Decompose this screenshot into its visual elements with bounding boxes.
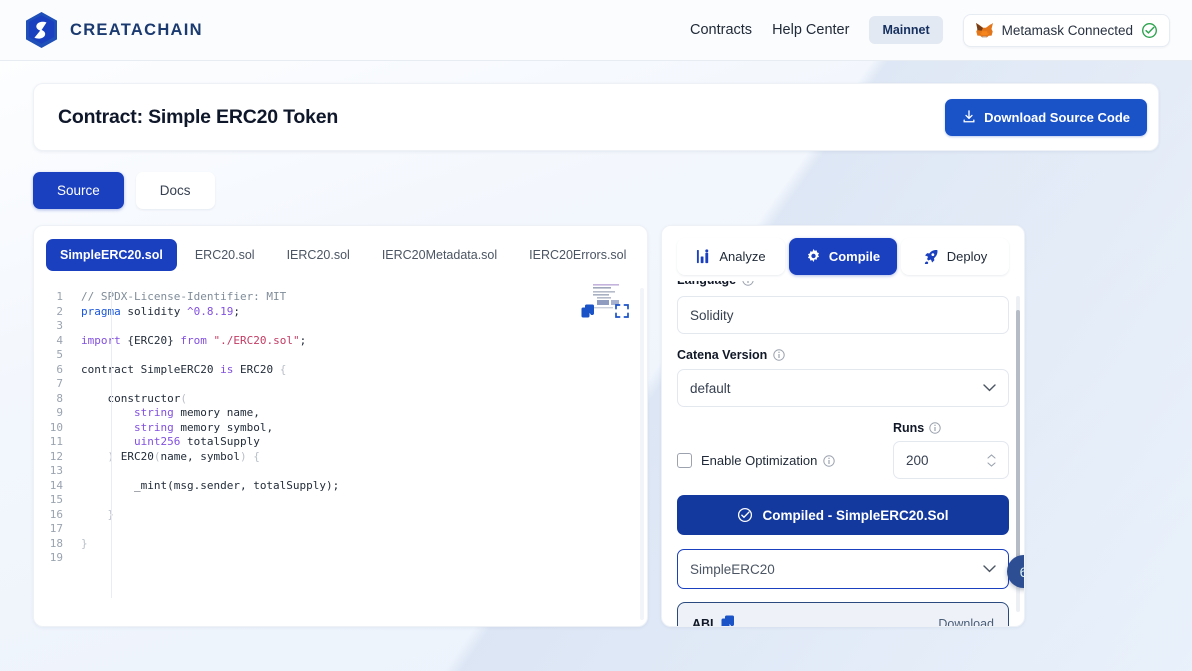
info-circle-icon[interactable]: [823, 454, 836, 467]
download-abi-button[interactable]: Download: [938, 617, 994, 626]
download-icon: [963, 110, 975, 123]
info-circle-icon[interactable]: [773, 349, 786, 361]
enable-optimization-label: Enable Optimization: [701, 453, 836, 468]
tab-compile[interactable]: Compile: [789, 238, 897, 275]
code-toolbar: [581, 304, 629, 322]
tab-deploy[interactable]: Deploy: [901, 238, 1009, 275]
language-value: Solidity: [690, 307, 734, 323]
runs-label: Runs: [893, 421, 1009, 435]
view-tab-group: Source Docs: [33, 172, 1159, 209]
check-circle-icon: [1142, 22, 1157, 38]
contract-title-card: Contract: Simple ERC20 Token Download So…: [33, 83, 1159, 151]
file-tab-ierc20[interactable]: IERC20.sol: [273, 239, 364, 271]
runs-spinner[interactable]: [987, 453, 996, 467]
compile-status-label: Compiled - SimpleERC20.Sol: [762, 507, 949, 523]
wallet-status-chip[interactable]: Metamask Connected: [962, 13, 1170, 47]
expand-icon: [615, 304, 629, 318]
compile-status-button[interactable]: Compiled - SimpleERC20.Sol: [677, 495, 1009, 535]
compile-panel: Analyze Compile Deploy Solidity Catena V…: [661, 225, 1025, 627]
checkbox-box: [677, 453, 692, 468]
compile-form-scroll-area[interactable]: Language Solidity Catena Version: [662, 281, 1024, 626]
chevron-down-icon[interactable]: [987, 461, 996, 467]
nav-contracts[interactable]: Contracts: [690, 22, 752, 38]
artifact-abi-label: ABI: [692, 617, 714, 626]
code-viewer[interactable]: 1// SPDX-License-Identifier: MIT 2 pragma…: [34, 282, 647, 626]
contract-select[interactable]: SimpleERC20: [677, 549, 1009, 589]
brand-name: CREATACHAIN: [70, 20, 203, 39]
side-scrollbar-thumb[interactable]: [1016, 310, 1020, 568]
runs-value: 200: [906, 452, 929, 468]
file-tab-ierc20errors[interactable]: IERC20Errors.sol: [515, 239, 640, 271]
tab-compile-label: Compile: [828, 249, 881, 264]
catena-version-value: default: [690, 380, 731, 396]
download-source-code-label: Download Source Code: [984, 109, 1130, 125]
panel-mode-tabs: Analyze Compile Deploy: [662, 226, 1024, 275]
copy-icon: [581, 304, 594, 318]
artifact-row-abi: ABI Download: [678, 603, 1008, 626]
brand-logo-block[interactable]: CREATACHAIN: [24, 11, 203, 49]
language-label: Language: [677, 281, 1009, 287]
tab-docs[interactable]: Docs: [135, 172, 215, 209]
gear-icon: [807, 249, 819, 262]
check-circle-icon: [738, 507, 753, 523]
language-input[interactable]: Solidity: [677, 296, 1009, 334]
file-tab-bar: SimpleERC20.sol ERC20.sol IERC20.sol IER…: [34, 226, 647, 282]
tab-analyze[interactable]: Analyze: [677, 238, 785, 275]
copy-code-button[interactable]: [581, 304, 595, 322]
catena-version-select[interactable]: default: [677, 369, 1009, 407]
source-editor-panel: SimpleERC20.sol ERC20.sol IERC20.sol IER…: [33, 225, 648, 627]
tab-deploy-label: Deploy: [946, 249, 988, 264]
optimization-row: Enable Optimization Runs 200: [677, 421, 1009, 479]
contract-select-value: SimpleERC20: [690, 561, 775, 577]
analyze-chart-icon: [697, 249, 709, 264]
info-circle-icon[interactable]: [929, 422, 941, 434]
info-circle-icon[interactable]: [742, 281, 754, 286]
file-tab-erc20[interactable]: ERC20.sol: [181, 239, 269, 271]
runs-field: Runs 200: [893, 421, 1009, 479]
chevron-down-icon: [983, 384, 996, 392]
rocket-icon: [924, 250, 938, 264]
file-tab-ierc20metadata[interactable]: IERC20Metadata.sol: [368, 239, 511, 271]
tab-source[interactable]: Source: [33, 172, 124, 209]
network-chip-mainnet[interactable]: Mainnet: [869, 16, 943, 44]
wallet-status-label: Metamask Connected: [1001, 22, 1133, 38]
code-content: 1// SPDX-License-Identifier: MIT 2 pragma…: [49, 290, 340, 564]
nav-help-center[interactable]: Help Center: [772, 22, 849, 38]
copy-icon: [721, 615, 734, 626]
enable-optimization-checkbox[interactable]: Enable Optimization: [677, 453, 836, 479]
copy-abi-button[interactable]: [721, 615, 735, 626]
page-body: Contract: Simple ERC20 Token Download So…: [0, 61, 1192, 627]
top-navigation-bar: CREATACHAIN Contracts Help Center Mainne…: [0, 0, 1192, 61]
file-tabs-next-button[interactable]: [644, 245, 647, 266]
page-title: Contract: Simple ERC20 Token: [58, 105, 339, 128]
expand-editor-button[interactable]: [615, 304, 629, 321]
editor-scrollbar[interactable]: [640, 288, 644, 620]
catena-version-label: Catena Version: [677, 348, 1009, 362]
header-nav: Contracts Help Center Mainnet Metamask C…: [690, 13, 1170, 47]
hexagon-logo-icon: [26, 12, 57, 48]
artifacts-box: ABI Download Bytecode: [677, 602, 1009, 626]
download-source-code-button[interactable]: Download Source Code: [945, 98, 1147, 136]
runs-stepper[interactable]: 200: [893, 441, 1009, 479]
chevron-up-icon[interactable]: [987, 453, 996, 459]
main-columns: SimpleERC20.sol ERC20.sol IERC20.sol IER…: [33, 225, 1159, 627]
chevron-down-icon: [983, 565, 996, 573]
tab-analyze-label: Analyze: [719, 249, 766, 264]
metamask-fox-icon: [975, 22, 993, 37]
file-tab-simpleerc20[interactable]: SimpleERC20.sol: [46, 239, 177, 271]
gutter-divider: [111, 290, 112, 598]
